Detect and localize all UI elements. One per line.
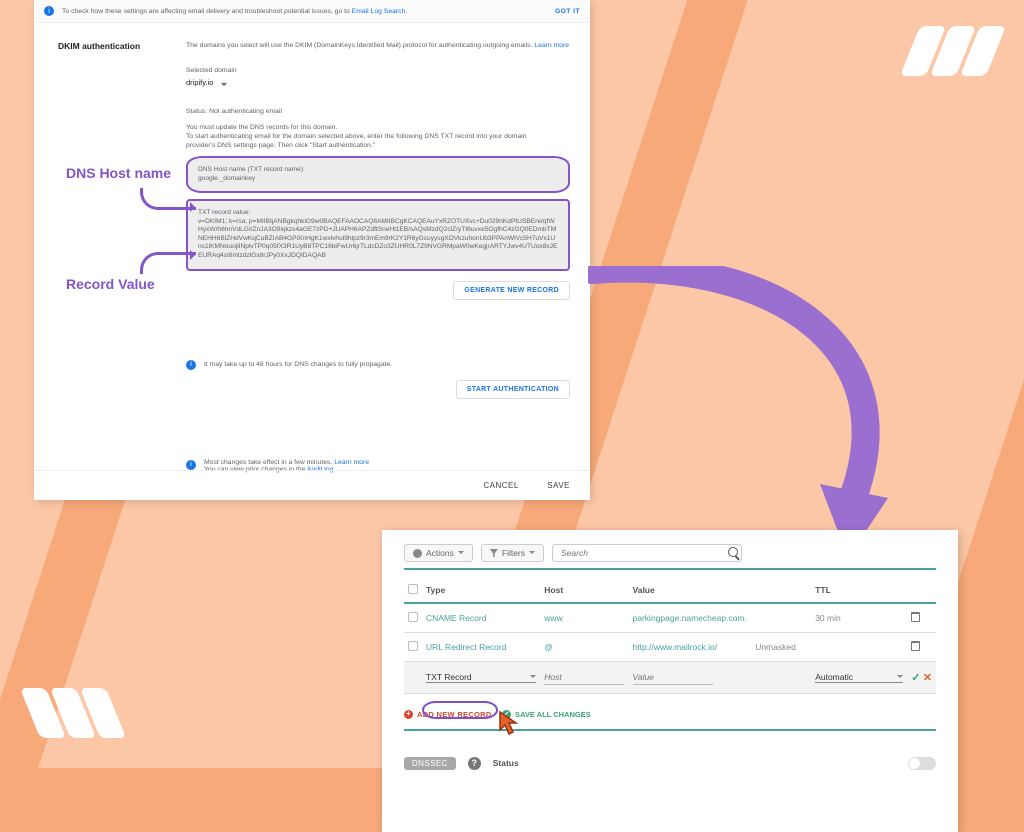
info-icon: i [186, 360, 196, 370]
info-banner: i To check how these settings are affect… [34, 0, 590, 23]
selected-domain-value: dripify.io [186, 78, 213, 87]
confirm-row-button[interactable]: ✓ [911, 672, 920, 684]
record-value[interactable]: parkingpage.namecheap.com. [629, 603, 752, 633]
email-log-search-link[interactable]: Email Log Search [352, 8, 406, 15]
start-authentication-button[interactable]: START AUTHENTICATION [456, 380, 570, 399]
generate-new-record-button[interactable]: GENERATE NEW RECORD [453, 281, 570, 300]
filters-dropdown[interactable]: Filters [481, 544, 544, 562]
record-host[interactable]: www [540, 603, 628, 633]
add-new-record-button[interactable]: + ADD NEW RECORD [404, 710, 492, 719]
record-ttl[interactable]: 30 min [811, 603, 907, 633]
actions-label: Actions [426, 548, 454, 558]
info-icon: i [44, 6, 54, 16]
chevron-down-icon [529, 551, 535, 557]
select-all-checkbox[interactable] [408, 584, 418, 594]
status-label: Status: [186, 108, 207, 115]
propagation-note: It may take up to 48 hours for DNS chang… [204, 361, 392, 368]
record-extra [751, 603, 811, 633]
txt-record-value: v=DKIM1; k=rsa; p=MIIBIjANBgkqhkiG9w0BAQ… [198, 218, 557, 259]
col-value: Value [629, 578, 752, 603]
record-value[interactable]: http://www.mailrock.io/ [629, 633, 752, 662]
add-record-row: TXT Record Automatic ✓ ✕ [404, 662, 936, 694]
banner-dismiss[interactable]: GOT IT [555, 8, 580, 15]
brand-slashes-tr [910, 26, 996, 76]
trash-icon[interactable] [911, 612, 920, 622]
must-update-line1: To start authenticating email for the do… [186, 132, 570, 141]
annotation-hostname-label: DNS Host name [66, 165, 171, 181]
record-host[interactable]: @ [540, 633, 628, 662]
dns-records-panel: Actions Filters Type Host Value TTL [382, 530, 958, 832]
record-type[interactable]: URL Redirect Record [422, 633, 540, 662]
ttl-select[interactable]: Automatic [815, 672, 903, 683]
row-checkbox[interactable] [408, 612, 418, 622]
dns-hostname-value: google._domainkey [198, 175, 255, 182]
annotation-recordvalue-label: Record Value [66, 276, 155, 292]
dnssec-status-label: Status [493, 758, 519, 768]
ttl-selected: Automatic [815, 672, 897, 682]
chevron-down-icon [458, 551, 464, 557]
banner-text: To check how these settings are affectin… [62, 8, 352, 15]
filters-label: Filters [502, 548, 525, 558]
selected-domain-label: Selected domain [186, 66, 570, 75]
save-all-label: SAVE ALL CHANGES [515, 710, 591, 719]
search-icon [728, 547, 738, 557]
must-update-line0: You must update the DNS records for this… [186, 123, 570, 132]
txt-record-value-box: TXT record value: v=DKIM1; k=rsa; p=MIIB… [186, 199, 570, 270]
dns-hostname-label: DNS Host name (TXT record name): [198, 166, 558, 175]
col-type: Type [422, 578, 540, 603]
row-checkbox[interactable] [408, 641, 418, 651]
check-icon: ✓ [502, 710, 511, 719]
record-type[interactable]: CNAME Record [422, 603, 540, 633]
dns-records-table: Type Host Value TTL CNAME Record www par… [404, 578, 936, 694]
plus-icon: + [404, 710, 413, 719]
record-ttl[interactable] [811, 633, 907, 662]
chevron-down-icon [221, 83, 227, 89]
add-new-record-label: ADD NEW RECORD [417, 710, 492, 719]
dkim-settings-panel: i To check how these settings are affect… [34, 0, 590, 500]
value-input[interactable] [633, 670, 713, 685]
record-extra: Unmasked [751, 633, 811, 662]
trash-icon[interactable] [911, 641, 920, 651]
learn-more-link[interactable]: Learn more [534, 42, 569, 49]
dns-hostname-box: DNS Host name (TXT record name): google.… [186, 156, 570, 193]
filter-icon [490, 549, 498, 557]
learn-more-link-2[interactable]: Learn more [334, 459, 369, 466]
save-button[interactable]: SAVE [547, 481, 570, 490]
status-value: Not authenticating email [209, 108, 282, 115]
txt-record-label: TXT record value: [198, 209, 558, 218]
save-all-changes-button[interactable]: ✓ SAVE ALL CHANGES [502, 710, 591, 719]
record-type-select[interactable]: TXT Record [426, 672, 536, 683]
annotation-arrow-icon [140, 252, 196, 274]
selected-domain-dropdown[interactable]: dripify.io [186, 78, 570, 87]
table-row: URL Redirect Record @ http://www.mailroc… [404, 633, 936, 662]
gear-icon [413, 549, 422, 558]
search-input[interactable] [552, 544, 742, 562]
chevron-down-icon [897, 675, 903, 681]
table-row: CNAME Record www parkingpage.namecheap.c… [404, 603, 936, 633]
brand-slashes-bl [30, 688, 116, 738]
discard-row-button[interactable]: ✕ [923, 672, 932, 684]
host-input[interactable] [544, 670, 624, 685]
chevron-down-icon [530, 675, 536, 681]
col-host: Host [540, 578, 628, 603]
annotation-arrow-icon [140, 188, 196, 210]
info-icon: i [186, 460, 196, 470]
actions-dropdown[interactable]: Actions [404, 544, 473, 562]
must-update-line2: provider's DNS settings page. Then click… [186, 141, 570, 150]
col-ttl: TTL [811, 578, 907, 603]
record-type-selected: TXT Record [426, 672, 530, 682]
cancel-button[interactable]: CANCEL [483, 481, 518, 490]
dkim-description: The domains you select will use the DKIM… [186, 42, 534, 49]
audit-line1: Most changes take effect in a few minute… [204, 459, 334, 466]
